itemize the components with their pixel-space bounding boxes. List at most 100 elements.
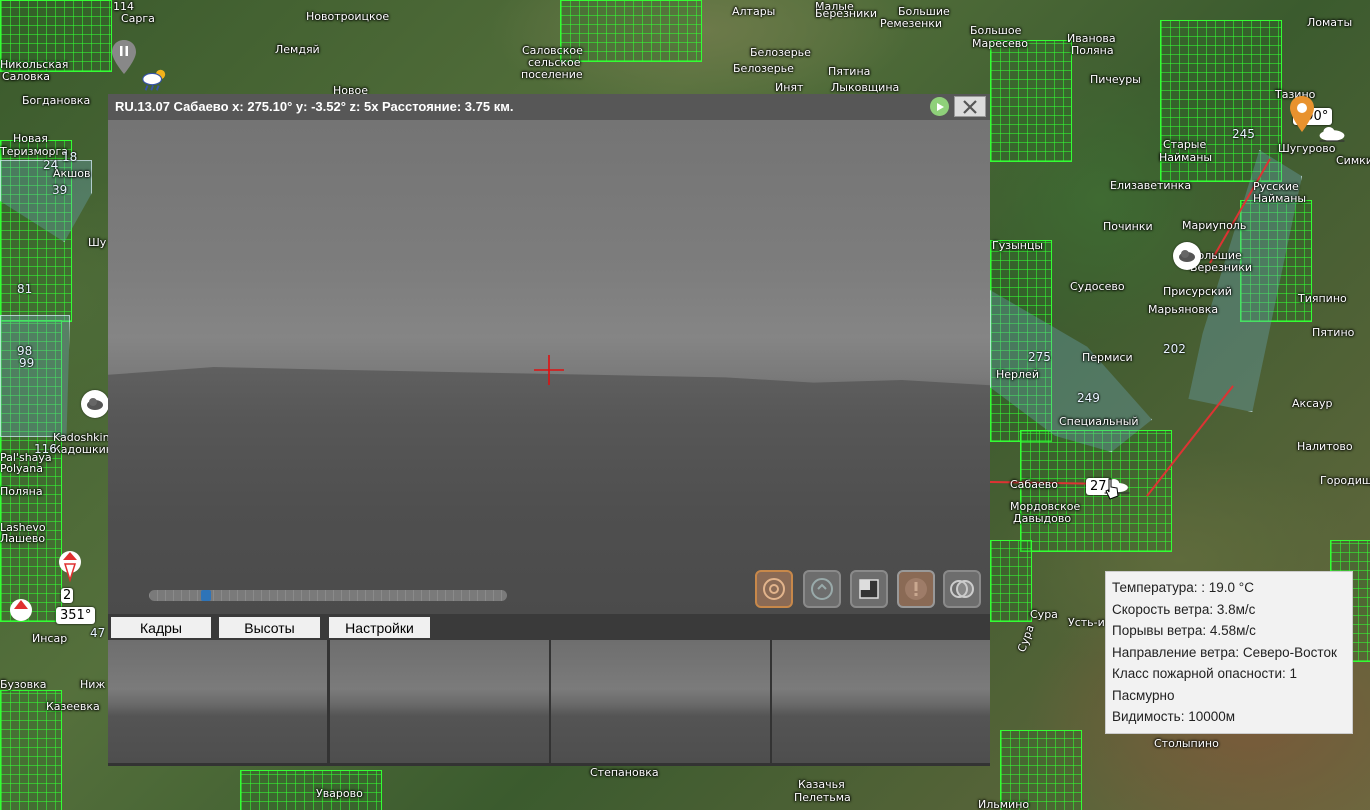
camera-zone xyxy=(0,315,70,437)
map-label: Починки xyxy=(1103,220,1153,233)
overlay-icon xyxy=(950,580,974,598)
map-label: Марьяновка xyxy=(1148,303,1219,316)
map-label: Пятино xyxy=(1312,326,1355,339)
map-label: Усть-и xyxy=(1068,616,1105,629)
window-mode-button[interactable] xyxy=(850,570,888,608)
map-label: Столыпино xyxy=(1154,737,1219,750)
map-label: Елизаветинка xyxy=(1110,179,1192,192)
map-label: Лемдяй xyxy=(275,43,320,56)
camera-title: RU.13.07 Сабаево x: 275.10° y: -3.52° z:… xyxy=(115,99,514,114)
weather-tooltip: Температура: : 19.0 °C Скорость ветра: 3… xyxy=(1105,571,1353,734)
map-label: Гузынцы xyxy=(992,239,1044,252)
map-label: Березники xyxy=(1190,261,1253,274)
map-label: Белозерье xyxy=(733,62,794,75)
map-label: Лыковщина xyxy=(831,81,900,94)
window-icon xyxy=(859,579,879,599)
pressure-cone-icon[interactable] xyxy=(56,551,84,583)
wind-speed-badge[interactable]: 2 xyxy=(61,588,74,603)
map-label: 249 xyxy=(1077,391,1100,405)
map-label: Городищ xyxy=(1320,474,1370,487)
map-label: Большое xyxy=(970,24,1022,37)
frame-thumbnail[interactable] xyxy=(330,640,549,763)
pressure-cone-icon[interactable] xyxy=(7,598,35,626)
timeline-slider[interactable] xyxy=(149,590,507,601)
wind-gusts-text: Порывы ветра: 4.58м/с xyxy=(1112,623,1256,638)
map-label: Степановка xyxy=(590,766,659,779)
map-label: Аксаур xyxy=(1292,397,1333,410)
wind-direction-badge[interactable]: 351° xyxy=(56,607,96,624)
close-button[interactable] xyxy=(954,96,986,117)
cloud-icon[interactable] xyxy=(1318,120,1346,148)
map-label: Тияпино xyxy=(1298,292,1347,305)
tab-heights[interactable]: Высоты xyxy=(219,617,320,638)
map-label: Инсар xyxy=(32,632,68,645)
map-label: 275 xyxy=(1028,350,1051,364)
map-label: Поляна xyxy=(0,485,43,498)
map-label: 18 xyxy=(62,150,78,164)
timeline-handle[interactable] xyxy=(201,590,211,601)
map-label: Сарга xyxy=(121,12,155,25)
warning-icon xyxy=(905,578,927,600)
hand-cursor-icon xyxy=(1105,478,1119,500)
frame-thumbnail[interactable] xyxy=(772,640,990,763)
map-label: Богдановка xyxy=(22,94,91,107)
map-label: Бузовка xyxy=(0,678,47,691)
cloud-icon[interactable] xyxy=(81,390,109,418)
map-label: поселение xyxy=(521,68,583,81)
map-label: Сабаево xyxy=(1010,478,1058,491)
camera-header[interactable]: RU.13.07 Сабаево x: 275.10° y: -3.52° z:… xyxy=(108,94,990,120)
map-label: Лашево xyxy=(0,532,46,545)
map-label: Polyana xyxy=(0,462,43,475)
map-label: Специальный xyxy=(1059,415,1139,428)
map-label: Ломаты xyxy=(1307,16,1353,29)
map-label: Алтары xyxy=(732,5,776,18)
map-label: Найманы xyxy=(1253,192,1307,205)
map-label: Уварово xyxy=(316,787,363,800)
camera-view[interactable] xyxy=(108,120,990,614)
map-label: Поляна xyxy=(1071,44,1114,57)
auto-rotate-button[interactable] xyxy=(803,570,841,608)
rain-icon[interactable] xyxy=(140,66,168,94)
map-label: Давыдово xyxy=(1013,512,1072,525)
overlay-button[interactable] xyxy=(943,570,981,608)
map-label: Пятина xyxy=(828,65,871,78)
refresh-icon xyxy=(811,578,833,600)
alert-button[interactable] xyxy=(897,570,935,608)
map-label: Судосево xyxy=(1070,280,1125,293)
map-label: Новотроицкое xyxy=(306,10,390,23)
map-label: Налитово xyxy=(1297,440,1353,453)
close-icon xyxy=(963,99,977,114)
tab-frames[interactable]: Кадры xyxy=(111,617,211,638)
snapshot-button[interactable] xyxy=(755,570,793,608)
map-label: Нерлей xyxy=(996,368,1039,381)
map-label: Ильмино xyxy=(978,798,1030,810)
forest-plot xyxy=(990,540,1032,622)
camera-window[interactable]: RU.13.07 Сабаево x: 275.10° y: -3.52° z:… xyxy=(108,94,990,766)
map-label: Присурский xyxy=(1163,285,1232,298)
pause-icon[interactable] xyxy=(112,40,136,78)
map-label: 202 xyxy=(1163,342,1186,356)
tab-settings[interactable]: Настройки xyxy=(329,617,430,638)
map-label: Новая xyxy=(13,132,48,145)
cloud-icon[interactable] xyxy=(1173,242,1201,270)
play-button[interactable] xyxy=(930,97,949,116)
frame-thumbnail[interactable] xyxy=(108,640,327,763)
frame-thumbnails xyxy=(108,640,990,766)
map-label: Березники xyxy=(815,7,878,20)
map-label: Мариуполь xyxy=(1182,219,1247,232)
map-label: 24 xyxy=(43,158,59,172)
map-label: Маресево xyxy=(972,37,1029,50)
map-label: Шу xyxy=(88,236,107,249)
frame-thumbnail[interactable] xyxy=(551,640,770,763)
map-label: 47 xyxy=(90,626,106,640)
map-label: Акшов xyxy=(53,167,91,180)
map-label: 116 xyxy=(34,442,57,456)
location-pin-icon[interactable] xyxy=(1290,96,1314,136)
map-label: 81 xyxy=(17,282,33,296)
map-label: Сура xyxy=(1015,623,1037,654)
map-label: Пичеуры xyxy=(1090,73,1141,86)
wind-speed-text: Скорость ветра: 3.8м/с xyxy=(1112,601,1256,617)
camera-tabs: Кадры Высоты Настройки xyxy=(108,614,990,640)
condition-text: Пасмурно xyxy=(1112,687,1175,703)
map-label: 245 xyxy=(1232,127,1255,141)
